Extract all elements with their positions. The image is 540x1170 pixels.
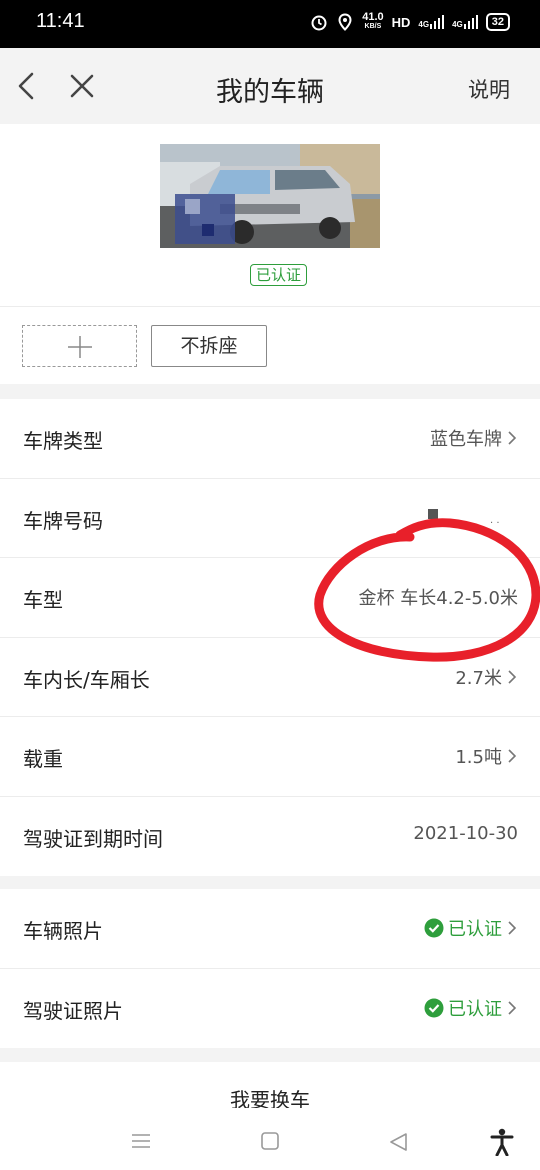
chevron-right-icon — [508, 1000, 517, 1015]
row-label: 车牌类型 — [23, 429, 103, 453]
row-label: 车内长/车厢长 — [23, 667, 150, 692]
add-tag-button[interactable] — [22, 325, 137, 367]
vehicle-photo[interactable] — [160, 144, 380, 248]
check-circle-icon — [424, 998, 444, 1017]
list-item-license-photo[interactable]: 驾驶证照片 已认证 — [0, 969, 540, 1049]
list-item-plate-type[interactable]: 车牌类型 蓝色车牌 — [0, 399, 540, 479]
page-title: 我的车辆 — [216, 77, 324, 108]
signal-2: 4G — [452, 15, 478, 29]
accessibility-icon[interactable] — [490, 1128, 514, 1156]
list-item-plate-number[interactable]: 车牌号码 — [0, 479, 540, 558]
plus-icon — [68, 336, 92, 358]
row-label: 车牌号码 — [23, 508, 103, 533]
row-value: 2021-10-30 — [413, 822, 518, 844]
chevron-right-icon — [508, 431, 517, 445]
bottom-area: 我要换车 — [0, 1062, 540, 1170]
signal-icon — [463, 15, 478, 29]
row-label: 驾驶证照片 — [23, 998, 123, 1023]
verified-badge: 已认证 — [250, 264, 308, 286]
redacted-mark: · · — [490, 518, 500, 529]
network-speed: 41.0 KB/S — [362, 11, 384, 31]
hd-indicator: HD — [391, 14, 411, 30]
list-item-vehicle-photo[interactable]: 车辆照片 已认证 — [0, 889, 540, 969]
signal-icon — [430, 15, 445, 29]
vehicle-image — [160, 144, 380, 248]
row-value: 金杯 车长4.2-5.0米 — [358, 588, 518, 609]
alarm-icon — [311, 15, 327, 31]
list-item-vehicle-model[interactable]: 车型 金杯 车长4.2-5.0米 — [0, 558, 540, 638]
nav-bar: 我的车辆 说明 — [0, 48, 540, 124]
row-label: 车型 — [23, 588, 63, 612]
vehicle-details-list: 车牌类型 蓝色车牌 车牌号码 车型 金杯 车长4.2-5.0米 车内长/车厢长 … — [0, 399, 540, 876]
help-link[interactable]: 说明 — [468, 74, 510, 104]
status-bar: 11:41 41.0 KB/S HD 4G 4G 32 — [0, 0, 540, 48]
row-value: 1.5吨 — [455, 743, 518, 769]
system-nav-bar — [0, 1118, 540, 1170]
row-label: 载重 — [23, 747, 63, 771]
row-value: 已认证 — [424, 995, 518, 1021]
tag-row: 不拆座 — [0, 306, 540, 384]
row-value: 已认证 — [424, 915, 518, 941]
status-icons: 41.0 KB/S HD 4G 4G 32 — [310, 11, 510, 31]
seat-tag[interactable]: 不拆座 — [151, 325, 267, 367]
status-time: 11:41 — [36, 10, 85, 32]
battery-indicator: 32 — [485, 13, 510, 31]
home-icon[interactable] — [260, 1132, 280, 1150]
location-icon — [338, 13, 352, 31]
list-item-load-capacity[interactable]: 载重 1.5吨 — [0, 717, 540, 797]
check-circle-icon — [424, 918, 444, 938]
back-icon[interactable] — [388, 1132, 408, 1152]
vehicle-card: 已认证 — [0, 124, 540, 306]
redacted-mark — [428, 509, 438, 519]
row-value: 2.7米 — [455, 664, 518, 690]
row-label: 车辆照片 — [23, 919, 103, 943]
row-label: 驾驶证到期时间 — [23, 826, 163, 851]
list-item-license-expiry[interactable]: 驾驶证到期时间 2021-10-30 — [0, 797, 540, 877]
signal-1: 4G — [418, 15, 445, 29]
chevron-right-icon — [508, 669, 517, 684]
chevron-right-icon — [508, 749, 517, 763]
row-value: 蓝色车牌 — [430, 425, 518, 451]
list-item-cargo-length[interactable]: 车内长/车厢长 2.7米 — [0, 638, 540, 717]
chevron-right-icon — [508, 921, 517, 935]
menu-icon[interactable] — [131, 1132, 151, 1150]
documents-list: 车辆照片 已认证 驾驶证照片 已认证 — [0, 889, 540, 1048]
change-car-button[interactable]: 我要换车 — [0, 1084, 540, 1108]
